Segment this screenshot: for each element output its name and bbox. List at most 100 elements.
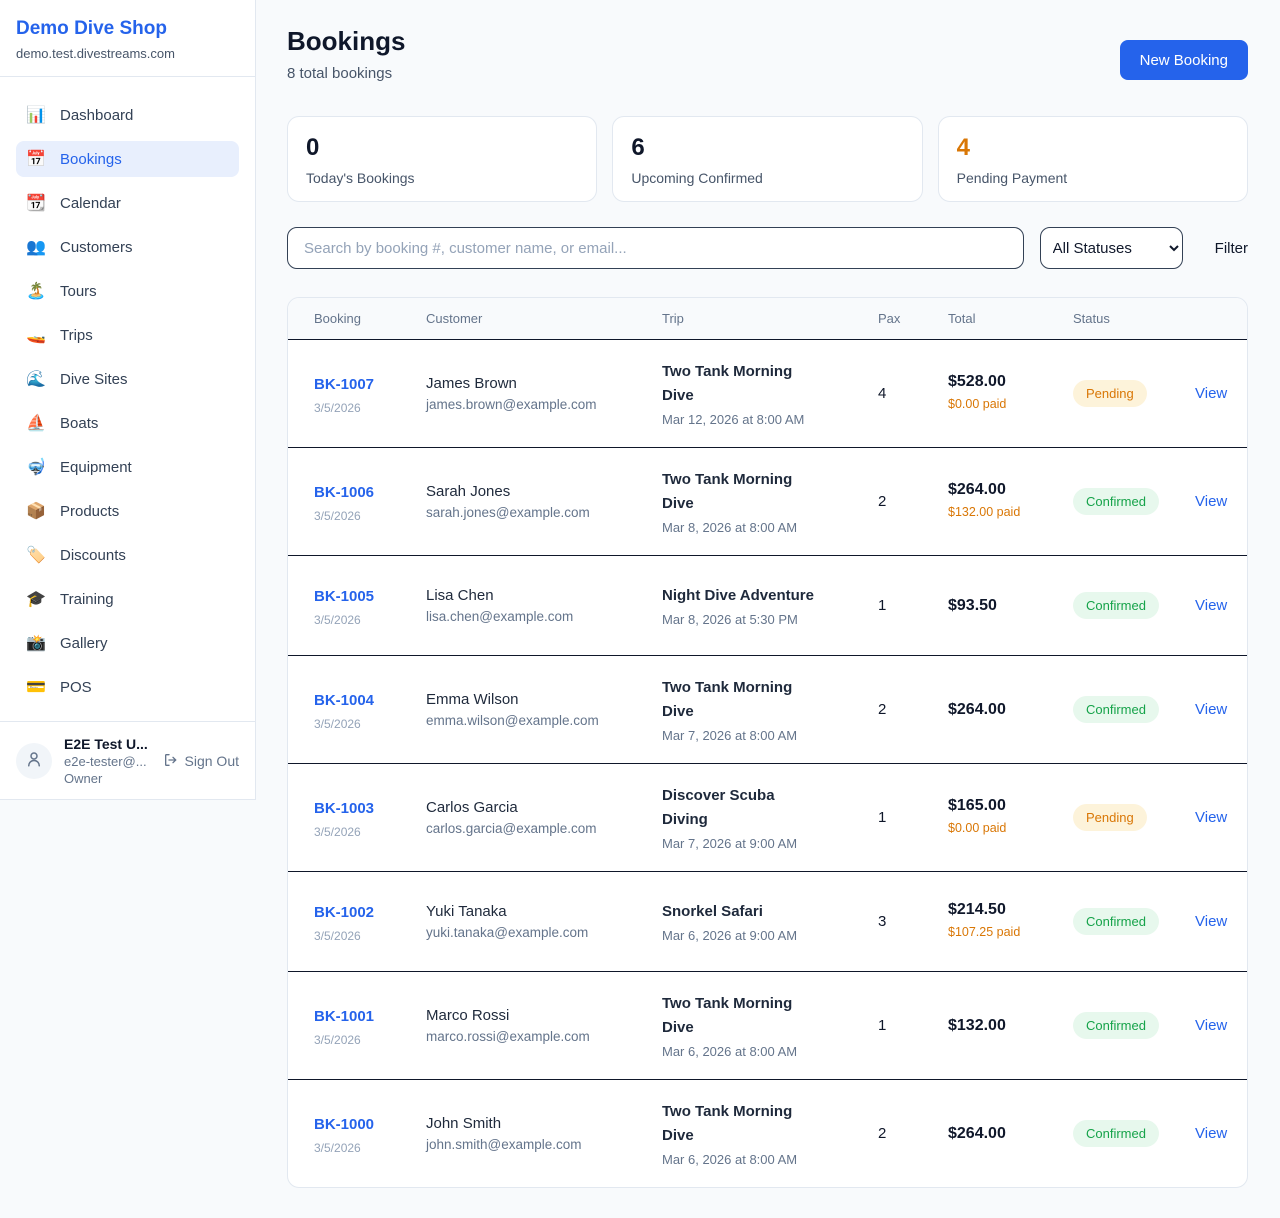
booking-date: 3/5/2026 [314,613,426,627]
avatar [16,743,52,779]
status-cell: Confirmed [1073,908,1195,935]
brand-domain: demo.test.divestreams.com [16,46,239,61]
sidebar-item-gallery[interactable]: 📸 Gallery [16,625,239,661]
actions-cell: View [1195,597,1247,615]
status-select[interactable]: All Statuses [1040,227,1183,269]
sign-out-button[interactable]: Sign Out [163,752,239,771]
total-cell: $93.50 [948,597,1073,615]
trip-name: Discover Scuba Diving [662,784,822,832]
filter-row: All Statuses Filter [287,227,1248,269]
page-header-text: Bookings 8 total bookings [287,26,405,82]
stat-value: 0 [306,134,578,162]
booking-id-link[interactable]: BK-1001 [314,1005,380,1029]
sidebar-item-boats[interactable]: ⛵ Boats [16,405,239,441]
customer-email: james.brown@example.com [426,397,662,412]
column-header-customer: Customer [426,311,662,326]
table-row: BK-1000 3/5/2026 John Smith john.smith@e… [288,1079,1247,1187]
sidebar-item-customers[interactable]: 👥 Customers [16,229,239,265]
trip-datetime: Mar 8, 2026 at 5:30 PM [662,612,878,627]
sidebar-item-tours[interactable]: 🏝️ Tours [16,273,239,309]
total-cell: $528.00 $0.00 paid [948,373,1073,414]
sidebar-item-discounts[interactable]: 🏷️ Discounts [16,537,239,573]
total-cell: $264.00 [948,1125,1073,1143]
sidebar-item-equipment[interactable]: 🤿 Equipment [16,449,239,485]
paid-amount: $0.00 paid [948,396,1026,414]
user-icon [25,750,43,773]
sidebar-item-bookings[interactable]: 📅 Bookings [16,141,239,177]
logout-icon [163,752,179,771]
pax-cell: 2 [878,701,948,718]
stat-label: Pending Payment [957,170,1229,186]
sidebar-item-label: Dive Sites [60,371,128,388]
booking-id-link[interactable]: BK-1006 [314,481,380,505]
booking-id-link[interactable]: BK-1003 [314,797,380,821]
sidebar-nav: 📊 Dashboard 📅 Bookings 📆 Calendar 👥 Cust… [0,77,255,721]
view-link[interactable]: View [1195,809,1227,826]
user-meta: E2E Test U... e2e-tester@... Owner [64,736,151,786]
sidebar-item-calendar[interactable]: 📆 Calendar [16,185,239,221]
sidebar-item-pos[interactable]: 💳 POS [16,669,239,705]
total-amount: $132.00 [948,1017,1073,1035]
view-link[interactable]: View [1195,1125,1227,1142]
sidebar-item-icon: 🌊 [26,369,46,389]
pax-cell: 4 [878,385,948,402]
view-link[interactable]: View [1195,493,1227,510]
paid-amount: $0.00 paid [948,820,1026,838]
sidebar-item-training[interactable]: 🎓 Training [16,581,239,617]
pax-cell: 1 [878,597,948,614]
total-amount: $264.00 [948,481,1073,499]
view-link[interactable]: View [1195,597,1227,614]
view-link[interactable]: View [1195,913,1227,930]
sidebar-item-dashboard[interactable]: 📊 Dashboard [16,97,239,133]
customer-email: emma.wilson@example.com [426,713,662,728]
booking-id-link[interactable]: BK-1002 [314,901,380,925]
trip-datetime: Mar 7, 2026 at 9:00 AM [662,836,878,851]
booking-id-link[interactable]: BK-1004 [314,689,380,713]
new-booking-button[interactable]: New Booking [1120,40,1248,80]
trip-datetime: Mar 12, 2026 at 8:00 AM [662,412,878,427]
user-role: Owner [64,771,151,786]
sidebar-item-icon: 🤿 [26,457,46,477]
actions-cell: View [1195,385,1247,403]
sidebar-item-icon: ⛵ [26,413,46,433]
actions-cell: View [1195,493,1247,511]
sidebar-item-label: POS [60,679,92,696]
total-amount: $528.00 [948,373,1073,391]
status-badge: Pending [1073,804,1147,831]
filter-button[interactable]: Filter [1215,240,1248,257]
booking-id-link[interactable]: BK-1007 [314,373,380,397]
stat-card: 6 Upcoming Confirmed [612,116,922,202]
booking-date: 3/5/2026 [314,825,426,839]
view-link[interactable]: View [1195,701,1227,718]
table-row: BK-1001 3/5/2026 Marco Rossi marco.rossi… [288,971,1247,1079]
total-amount: $165.00 [948,797,1073,815]
sidebar-item-label: Gallery [60,635,108,652]
stat-label: Today's Bookings [306,170,578,186]
sidebar-item-label: Dashboard [60,107,133,124]
stat-label: Upcoming Confirmed [631,170,903,186]
booking-id-link[interactable]: BK-1005 [314,585,380,609]
booking-date: 3/5/2026 [314,717,426,731]
status-cell: Pending [1073,804,1195,831]
sidebar-item-icon: 🎓 [26,589,46,609]
sidebar-item-label: Trips [60,327,93,344]
sidebar-item-dive-sites[interactable]: 🌊 Dive Sites [16,361,239,397]
status-cell: Confirmed [1073,1012,1195,1039]
stat-value: 6 [631,134,903,162]
search-input[interactable] [287,227,1024,269]
trip-datetime: Mar 6, 2026 at 8:00 AM [662,1044,878,1059]
view-link[interactable]: View [1195,1017,1227,1034]
bookings-table: Booking Customer Trip Pax Total Status B… [287,297,1248,1188]
sidebar-item-icon: 📊 [26,105,46,125]
trip-cell: Two Tank Morning Dive Mar 6, 2026 at 8:0… [662,992,878,1059]
total-cell: $264.00 $132.00 paid [948,481,1073,522]
view-link[interactable]: View [1195,385,1227,402]
customer-email: yuki.tanaka@example.com [426,925,662,940]
trip-cell: Two Tank Morning Dive Mar 8, 2026 at 8:0… [662,468,878,535]
trip-name: Snorkel Safari [662,900,822,924]
sidebar-item-products[interactable]: 📦 Products [16,493,239,529]
sidebar-item-trips[interactable]: 🚤 Trips [16,317,239,353]
sidebar-item-label: Tours [60,283,97,300]
booking-id-link[interactable]: BK-1000 [314,1113,380,1137]
trip-datetime: Mar 8, 2026 at 8:00 AM [662,520,878,535]
